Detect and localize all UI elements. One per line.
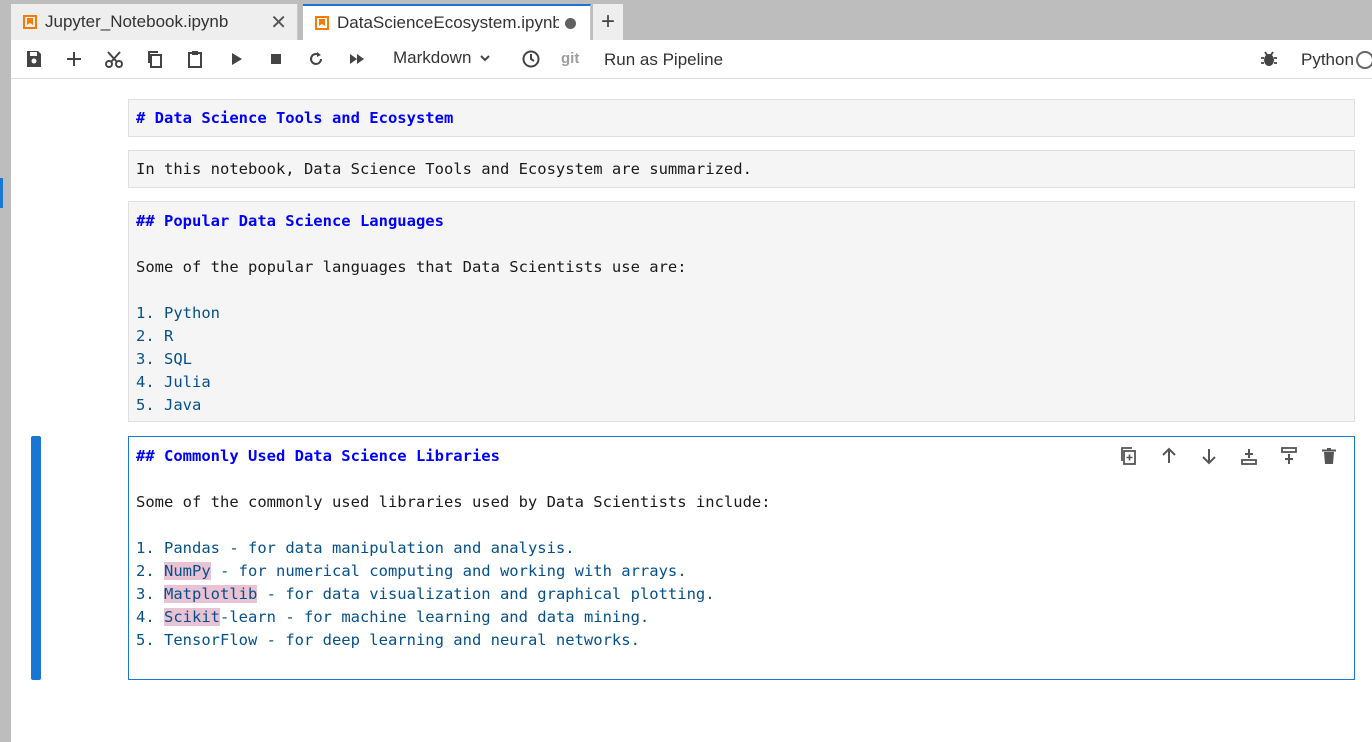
cell-type-select[interactable]: Markdown (393, 48, 491, 68)
markdown-cell-active[interactable]: ## Commonly Used Data Science Libraries … (128, 436, 1355, 680)
list-item: 2. NumPy - for numerical computing and w… (136, 562, 687, 580)
run-as-pipeline-button[interactable]: Run as Pipeline (604, 50, 723, 70)
cell-line: ## Popular Data Science Languages (136, 212, 444, 230)
cell-line (136, 514, 1354, 537)
insert-above-icon[interactable] (1238, 445, 1260, 467)
cell-toolbar (1118, 445, 1340, 467)
sidebar-active-marker (0, 178, 3, 208)
kernel-status-icon (1356, 51, 1372, 69)
tab-label: DataScienceEcosystem.ipynb (337, 13, 559, 32)
run-all-icon[interactable] (346, 48, 368, 70)
move-down-icon[interactable] (1198, 445, 1220, 467)
kernel-name[interactable]: Python (1301, 50, 1354, 70)
chevron-down-icon (480, 55, 491, 62)
new-tab-button[interactable]: + (593, 4, 623, 40)
close-icon[interactable]: ✕ (270, 10, 287, 35)
cell-line (136, 279, 1354, 302)
duplicate-cell-icon[interactable] (1118, 445, 1140, 467)
clock-icon[interactable] (520, 48, 542, 70)
cell-line (136, 233, 1354, 256)
cut-icon[interactable] (103, 48, 125, 70)
debugger-icon[interactable] (1258, 48, 1280, 70)
notebook-icon (23, 15, 37, 29)
add-cell-icon[interactable] (63, 48, 85, 70)
list-item: 2. R (136, 327, 174, 345)
unsaved-dot-icon[interactable] (565, 18, 576, 29)
notebook-icon (315, 16, 329, 30)
list-item: 1. Pandas - for data manipulation and an… (136, 539, 575, 557)
list-item: 3. Matplotlib - for data visualization a… (136, 585, 715, 603)
tab-label: Jupyter_Notebook.ipynb (45, 12, 229, 31)
cell-line: # Data Science Tools and Ecosystem (136, 109, 454, 127)
tab-bar: Jupyter_Notebook.ipynb ✕ DataScienceEcos… (0, 0, 1372, 40)
cell-line (136, 468, 1354, 491)
notebook-toolbar: Markdown git Run as Pipeline Python (11, 40, 1372, 79)
list-item: 5. TensorFlow - for deep learning and ne… (136, 631, 640, 649)
list-item: 4. Julia (136, 373, 211, 391)
tab-datascience-ecosystem[interactable]: DataScienceEcosystem.ipynb (303, 4, 591, 40)
cell-line: Some of the commonly used libraries used… (136, 493, 771, 511)
delete-cell-icon[interactable] (1318, 445, 1340, 467)
list-item: 4. Scikit-learn - for machine learning a… (136, 608, 650, 626)
markdown-cell[interactable]: In this notebook, Data Science Tools and… (128, 150, 1355, 188)
cell-type-label: Markdown (393, 48, 472, 67)
save-icon[interactable] (23, 48, 45, 70)
cell-line: Some of the popular languages that Data … (136, 258, 687, 276)
list-item: 1. Python (136, 304, 220, 322)
run-icon[interactable] (225, 48, 247, 70)
tab-jupyter-notebook[interactable]: Jupyter_Notebook.ipynb ✕ (11, 4, 298, 40)
restart-icon[interactable] (305, 48, 327, 70)
active-cell-indicator[interactable] (31, 436, 41, 680)
list-item: 5. Java (136, 396, 202, 414)
left-sidebar-strip (0, 40, 11, 742)
list-item: 3. SQL (136, 350, 192, 368)
copy-icon[interactable] (144, 48, 166, 70)
move-up-icon[interactable] (1158, 445, 1180, 467)
insert-below-icon[interactable] (1278, 445, 1300, 467)
markdown-cell[interactable]: ## Popular Data Science Languages Some o… (128, 201, 1355, 422)
git-button[interactable]: git (561, 50, 579, 67)
cell-line: In this notebook, Data Science Tools and… (136, 160, 752, 178)
paste-icon[interactable] (184, 48, 206, 70)
stop-icon[interactable] (265, 48, 287, 70)
markdown-cell[interactable]: # Data Science Tools and Ecosystem (128, 99, 1355, 137)
